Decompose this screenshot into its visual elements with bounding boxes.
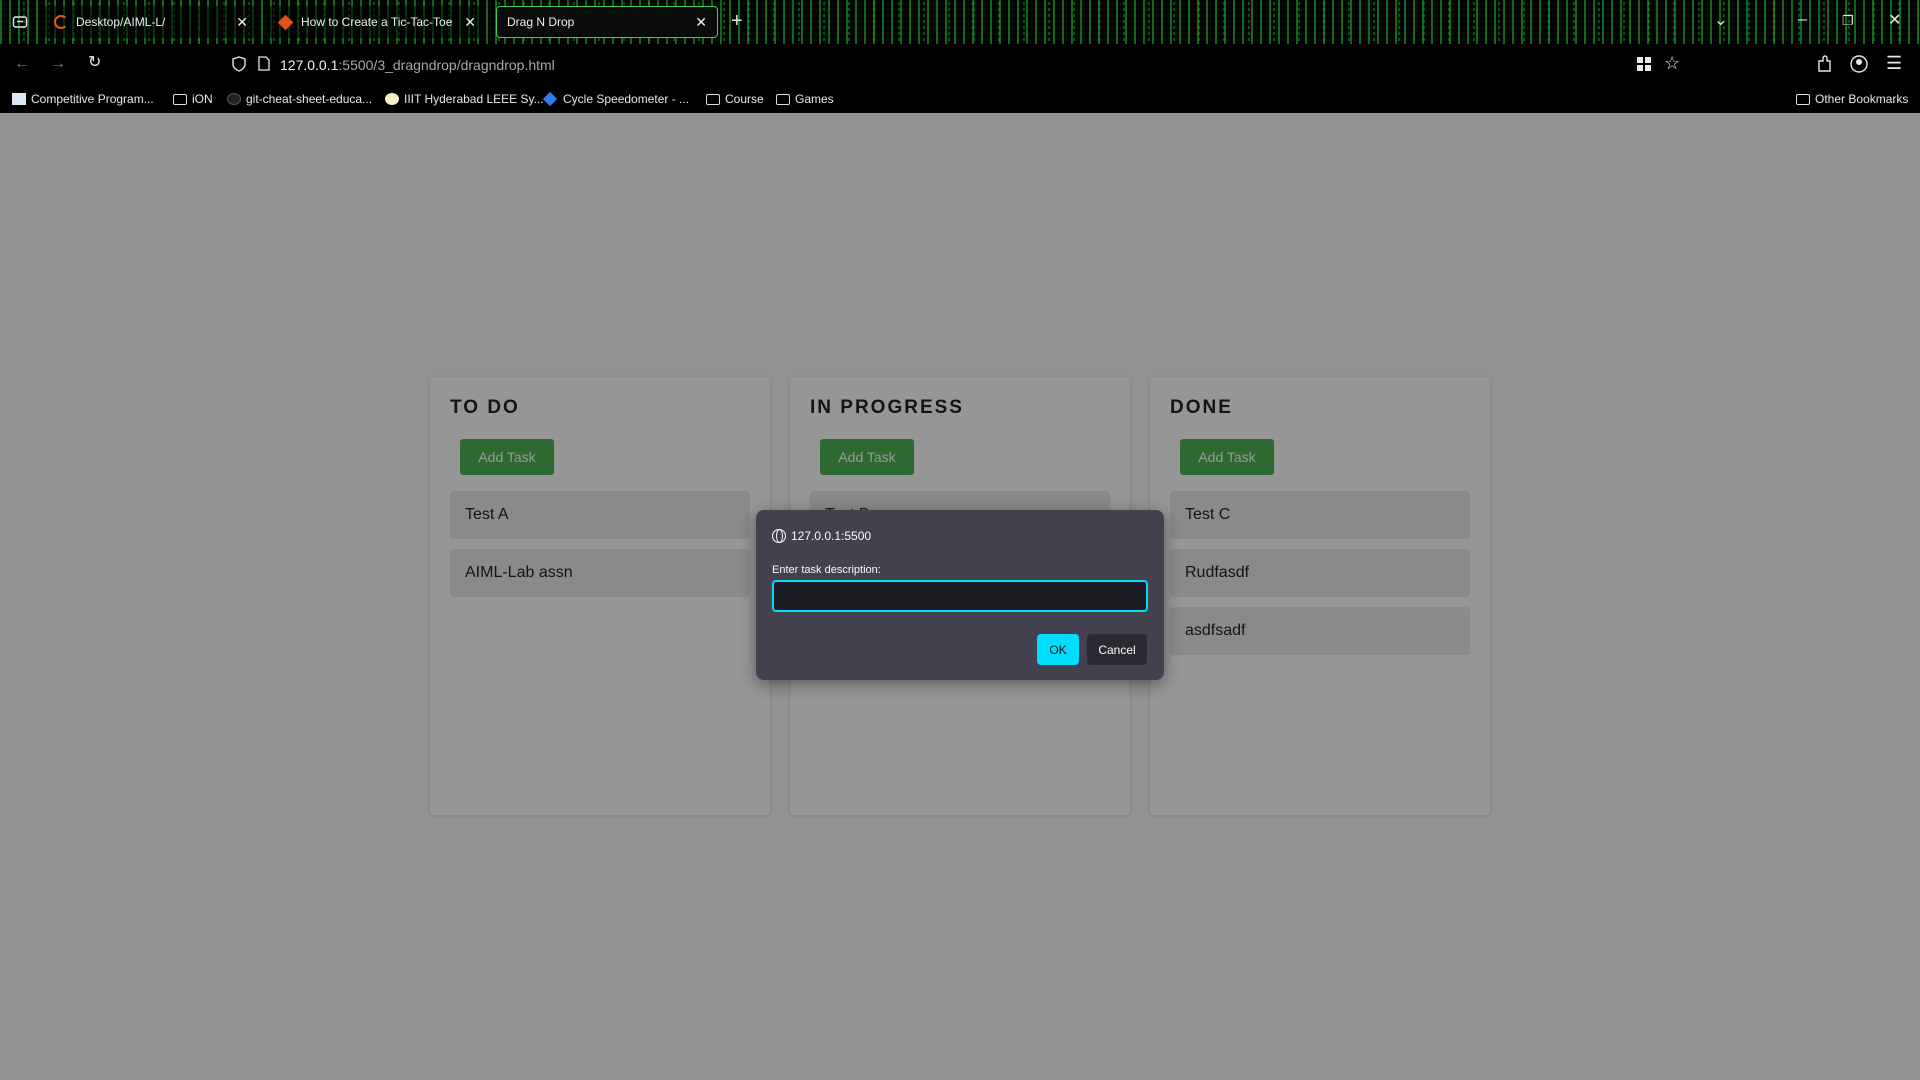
minimize-icon[interactable]: – — [1798, 12, 1807, 28]
bookmark-competitive[interactable]: Competitive Program... — [12, 92, 154, 106]
folder-icon — [706, 93, 720, 105]
tab-bar: Desktop/AIML-L/ ✕ How to Create a Tic-Ta… — [0, 0, 1920, 44]
bookmark-label: iON — [192, 92, 213, 106]
close-tab-icon[interactable]: ✕ — [695, 14, 707, 31]
bookmark-star-icon[interactable]: ☆ — [1664, 54, 1680, 72]
account-icon[interactable] — [1850, 55, 1868, 77]
navigation-bar: ← → ↻ 127.0.0.1 :5500/3_dragndrop/dragnd… — [0, 44, 1920, 86]
close-window-icon[interactable]: ✕ — [1888, 13, 1901, 29]
chevron-down-icon[interactable]: ⌄ — [1714, 13, 1727, 29]
loading-ring-icon — [54, 15, 68, 29]
bookmark-label: Cycle Speedometer - ... — [563, 92, 690, 106]
dialog-label: Enter task description: — [772, 564, 881, 576]
close-tab-icon[interactable]: ✕ — [236, 14, 248, 31]
ok-button[interactable]: OK — [1037, 634, 1079, 665]
bookmark-label: Games — [795, 92, 834, 106]
reload-icon[interactable]: ↻ — [88, 55, 101, 71]
folder-icon — [776, 93, 790, 105]
dialog-origin: 127.0.0.1:5500 — [772, 529, 871, 543]
tab-drag-n-drop[interactable]: Drag N Drop ✕ — [496, 6, 718, 38]
diamond-icon — [542, 91, 558, 107]
forward-icon[interactable]: → — [50, 56, 66, 72]
bookmarks-bar: Competitive Program... iON git-cheat-she… — [0, 86, 1920, 113]
bookmark-label: git-cheat-sheet-educa... — [246, 92, 373, 106]
bookmark-ion[interactable]: iON — [173, 92, 213, 106]
prompt-dialog: 127.0.0.1:5500 Enter task description: O… — [756, 510, 1164, 680]
other-bookmarks[interactable]: Other Bookmarks — [1796, 92, 1908, 106]
globe-icon — [772, 529, 786, 543]
bookmark-label: Competitive Program... — [31, 92, 154, 106]
bookmark-label: IIIT Hyderabad LEEE Sy... — [404, 92, 544, 106]
bookmark-course[interactable]: Course — [706, 92, 764, 106]
gitlab-diamond-icon — [277, 14, 294, 30]
bookmark-cycle-speedometer[interactable]: Cycle Speedometer - ... — [542, 91, 690, 107]
other-bookmarks-label: Other Bookmarks — [1815, 92, 1909, 106]
menu-icon[interactable]: ☰ — [1886, 54, 1902, 72]
url-path: :5500/3_dragndrop/dragndrop.html — [338, 57, 555, 73]
page-icon — [258, 56, 270, 74]
restore-icon[interactable]: ❐ — [1842, 13, 1854, 29]
task-description-input[interactable] — [772, 580, 1148, 612]
shield-icon[interactable] — [232, 55, 246, 75]
github-icon — [227, 93, 241, 105]
back-icon[interactable]: ← — [14, 56, 30, 72]
cancel-button[interactable]: Cancel — [1087, 634, 1147, 665]
tab-tic-tac-toe[interactable]: How to Create a Tic-Tac-Toe Ga ✕ — [268, 6, 486, 38]
folder-icon — [1796, 93, 1810, 105]
url-bar[interactable]: 127.0.0.1 :5500/3_dragndrop/dragndrop.ht… — [232, 50, 1612, 80]
folder-icon — [173, 93, 187, 105]
bookmark-iiit-hyderabad[interactable]: IIIT Hyderabad LEEE Sy... — [385, 92, 544, 106]
extensions-icon[interactable] — [1816, 55, 1832, 77]
bookmark-games[interactable]: Games — [776, 92, 834, 106]
dialog-origin-text: 127.0.0.1:5500 — [791, 529, 872, 543]
url-host: 127.0.0.1 — [280, 57, 339, 73]
close-tab-icon[interactable]: ✕ — [464, 14, 476, 31]
tab-desktop-aiml[interactable]: Desktop/AIML-L/ ✕ — [44, 6, 258, 38]
new-tab-icon[interactable]: + — [731, 11, 743, 31]
tab-title: Desktop/AIML-L/ — [76, 15, 166, 29]
tab-list-icon[interactable] — [12, 14, 28, 34]
tab-title: How to Create a Tic-Tac-Toe Ga — [301, 15, 457, 29]
extensions-grid-icon[interactable] — [1636, 56, 1652, 76]
tab-title: Drag N Drop — [507, 15, 575, 29]
site-icon — [12, 93, 26, 105]
iiit-logo-icon — [385, 93, 399, 105]
bookmark-git-cheat-sheet[interactable]: git-cheat-sheet-educa... — [227, 92, 372, 106]
bookmark-label: Course — [725, 92, 764, 106]
